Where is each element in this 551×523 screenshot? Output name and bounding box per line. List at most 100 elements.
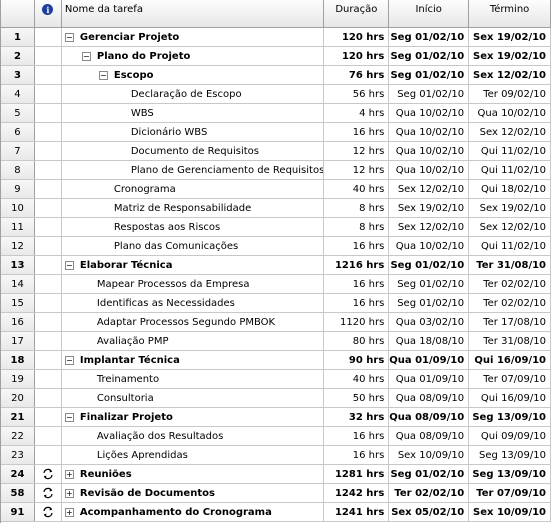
task-id[interactable]: 1 — [1, 28, 35, 46]
collapse-toggle-icon[interactable]: − — [98, 70, 108, 80]
expand-toggle-icon[interactable]: + — [64, 507, 74, 517]
task-row[interactable]: 23 Lições Aprendidas 16 hrs Sex 10/09/10 Seg… — [1, 446, 551, 465]
task-id[interactable]: 22 — [1, 427, 35, 445]
task-name-cell[interactable]: − Elaborar Técnica — [62, 256, 325, 274]
task-name-cell[interactable]: − Finalizar Projeto — [62, 408, 325, 426]
task-duration[interactable]: 16 hrs — [324, 427, 390, 445]
task-start[interactable]: Qua 10/02/10 — [389, 237, 470, 255]
task-end[interactable]: Ter 07/09/10 — [469, 484, 551, 502]
task-row[interactable]: 4 Declaração de Escopo 56 hrs Seg 01/02/10 T… — [1, 85, 551, 104]
task-id[interactable]: 23 — [1, 446, 35, 464]
task-id[interactable]: 6 — [1, 123, 35, 141]
task-start[interactable]: Sex 12/02/10 — [389, 218, 470, 236]
collapse-toggle-icon[interactable]: − — [64, 355, 74, 365]
task-id[interactable]: 17 — [1, 332, 35, 350]
task-duration[interactable]: 16 hrs — [324, 275, 390, 293]
task-end[interactable]: Seg 13/09/10 — [469, 446, 551, 464]
task-id[interactable]: 21 — [1, 408, 35, 426]
task-name-cell[interactable]: Dicionário WBS — [62, 123, 325, 141]
task-end[interactable]: Qui 16/09/10 — [469, 351, 551, 369]
task-start[interactable]: Seg 01/02/10 — [389, 47, 470, 65]
task-duration[interactable]: 12 hrs — [324, 161, 390, 179]
task-name-cell[interactable]: Consultoria — [62, 389, 325, 407]
task-id[interactable]: 7 — [1, 142, 35, 160]
task-name-cell[interactable]: WBS — [62, 104, 325, 122]
task-row[interactable]: 5 WBS 4 hrs Qua 10/02/10 Qua 10/02/10 — [1, 104, 551, 123]
task-name-cell[interactable]: Plano de Gerenciamento de Requisitos — [62, 161, 325, 179]
task-start[interactable]: Qua 10/02/10 — [389, 142, 470, 160]
task-row[interactable]: 91 + Acompanhamento do Cronograma 1241 hrs S… — [1, 503, 551, 522]
task-name-cell[interactable]: − Gerenciar Projeto — [62, 28, 325, 46]
task-row[interactable]: 9 Cronograma 40 hrs Sex 12/02/10 Qui 18/02/1… — [1, 180, 551, 199]
task-id[interactable]: 16 — [1, 313, 35, 331]
column-header-name[interactable]: Nome da tarefa — [62, 0, 325, 27]
task-end[interactable]: Qui 18/02/10 — [469, 180, 551, 198]
task-id[interactable]: 20 — [1, 389, 35, 407]
task-row[interactable]: 14 Mapear Processos da Empresa 16 hrs Seg 0… — [1, 275, 551, 294]
task-row[interactable]: 20 Consultoria 50 hrs Qua 08/09/10 Qui 16/09… — [1, 389, 551, 408]
task-row[interactable]: 10 Matriz de Responsabilidade 8 hrs Sex 19/… — [1, 199, 551, 218]
task-name-cell[interactable]: Cronograma — [62, 180, 325, 198]
task-end[interactable]: Qui 11/02/10 — [469, 142, 551, 160]
task-end[interactable]: Seg 13/09/10 — [469, 408, 551, 426]
task-duration[interactable]: 120 hrs — [324, 47, 390, 65]
task-start[interactable]: Seg 01/02/10 — [389, 465, 470, 483]
task-duration[interactable]: 1281 hrs — [324, 465, 390, 483]
task-start[interactable]: Qua 01/09/10 — [389, 370, 470, 388]
task-row[interactable]: 12 Plano das Comunicações 16 hrs Qua 10/02/… — [1, 237, 551, 256]
task-duration[interactable]: 56 hrs — [324, 85, 390, 103]
task-id[interactable]: 24 — [1, 465, 35, 483]
task-end[interactable]: Ter 09/02/10 — [469, 85, 551, 103]
task-duration[interactable]: 1216 hrs — [324, 256, 390, 274]
task-start[interactable]: Seg 01/02/10 — [389, 294, 470, 312]
task-end[interactable]: Qui 09/09/10 — [469, 427, 551, 445]
column-header-end[interactable]: Término — [469, 0, 551, 27]
task-start[interactable]: Sex 12/02/10 — [389, 180, 470, 198]
task-end[interactable]: Sex 12/02/10 — [469, 218, 551, 236]
task-id[interactable]: 58 — [1, 484, 35, 502]
task-name-cell[interactable]: Treinamento — [62, 370, 325, 388]
task-name-cell[interactable]: Respostas aos Riscos — [62, 218, 325, 236]
task-end[interactable]: Qui 11/02/10 — [469, 161, 551, 179]
expand-toggle-icon[interactable]: + — [64, 469, 74, 479]
task-start[interactable]: Qua 01/09/10 — [389, 351, 470, 369]
task-row[interactable]: 58 + Revisão de Documentos 1242 hrs Ter 02/0… — [1, 484, 551, 503]
task-row[interactable]: 21− Finalizar Projeto 32 hrs Qua 08/09/10 Se… — [1, 408, 551, 427]
collapse-toggle-icon[interactable]: − — [81, 51, 91, 61]
task-row[interactable]: 1− Gerenciar Projeto 120 hrs Seg 01/02/10 Se… — [1, 28, 551, 47]
task-duration[interactable]: 1242 hrs — [324, 484, 390, 502]
task-start[interactable]: Seg 01/02/10 — [389, 66, 470, 84]
task-end[interactable]: Ter 02/02/10 — [469, 294, 551, 312]
task-row[interactable]: 8 Plano de Gerenciamento de Requisitos 12 … — [1, 161, 551, 180]
task-name-cell[interactable]: + Acompanhamento do Cronograma — [62, 503, 325, 521]
task-row[interactable]: 19 Treinamento 40 hrs Qua 01/09/10 Ter 07/09… — [1, 370, 551, 389]
task-row[interactable]: 6 Dicionário WBS 16 hrs Qua 10/02/10 Sex 12/… — [1, 123, 551, 142]
task-id[interactable]: 10 — [1, 199, 35, 217]
task-name-cell[interactable]: − Plano do Projeto — [62, 47, 325, 65]
task-row[interactable]: 13− Elaborar Técnica 1216 hrs Seg 01/02/10 T… — [1, 256, 551, 275]
task-end[interactable]: Ter 31/08/10 — [469, 332, 551, 350]
task-id[interactable]: 19 — [1, 370, 35, 388]
task-id[interactable]: 11 — [1, 218, 35, 236]
task-start[interactable]: Sex 19/02/10 — [389, 199, 470, 217]
task-duration[interactable]: 32 hrs — [324, 408, 390, 426]
task-end[interactable]: Sex 19/02/10 — [469, 28, 551, 46]
task-start[interactable]: Qua 10/02/10 — [389, 104, 470, 122]
task-name-cell[interactable]: Mapear Processos da Empresa — [62, 275, 325, 293]
task-duration[interactable]: 16 hrs — [324, 446, 390, 464]
task-end[interactable]: Ter 02/02/10 — [469, 275, 551, 293]
task-id[interactable]: 13 — [1, 256, 35, 274]
task-start[interactable]: Sex 05/02/10 — [389, 503, 470, 521]
task-duration[interactable]: 16 hrs — [324, 237, 390, 255]
task-name-cell[interactable]: Documento de Requisitos — [62, 142, 325, 160]
task-row[interactable]: 7 Documento de Requisitos 12 hrs Qua 10/02/… — [1, 142, 551, 161]
column-header-indicators[interactable]: i — [35, 0, 62, 27]
task-end[interactable]: Ter 17/08/10 — [469, 313, 551, 331]
task-duration[interactable]: 1241 hrs — [324, 503, 390, 521]
collapse-toggle-icon[interactable]: − — [64, 260, 74, 270]
task-name-cell[interactable]: Avaliação PMP — [62, 332, 325, 350]
task-id[interactable]: 8 — [1, 161, 35, 179]
task-duration[interactable]: 8 hrs — [324, 199, 390, 217]
task-duration[interactable]: 40 hrs — [324, 370, 390, 388]
task-name-cell[interactable]: Identificas as Necessidades — [62, 294, 325, 312]
